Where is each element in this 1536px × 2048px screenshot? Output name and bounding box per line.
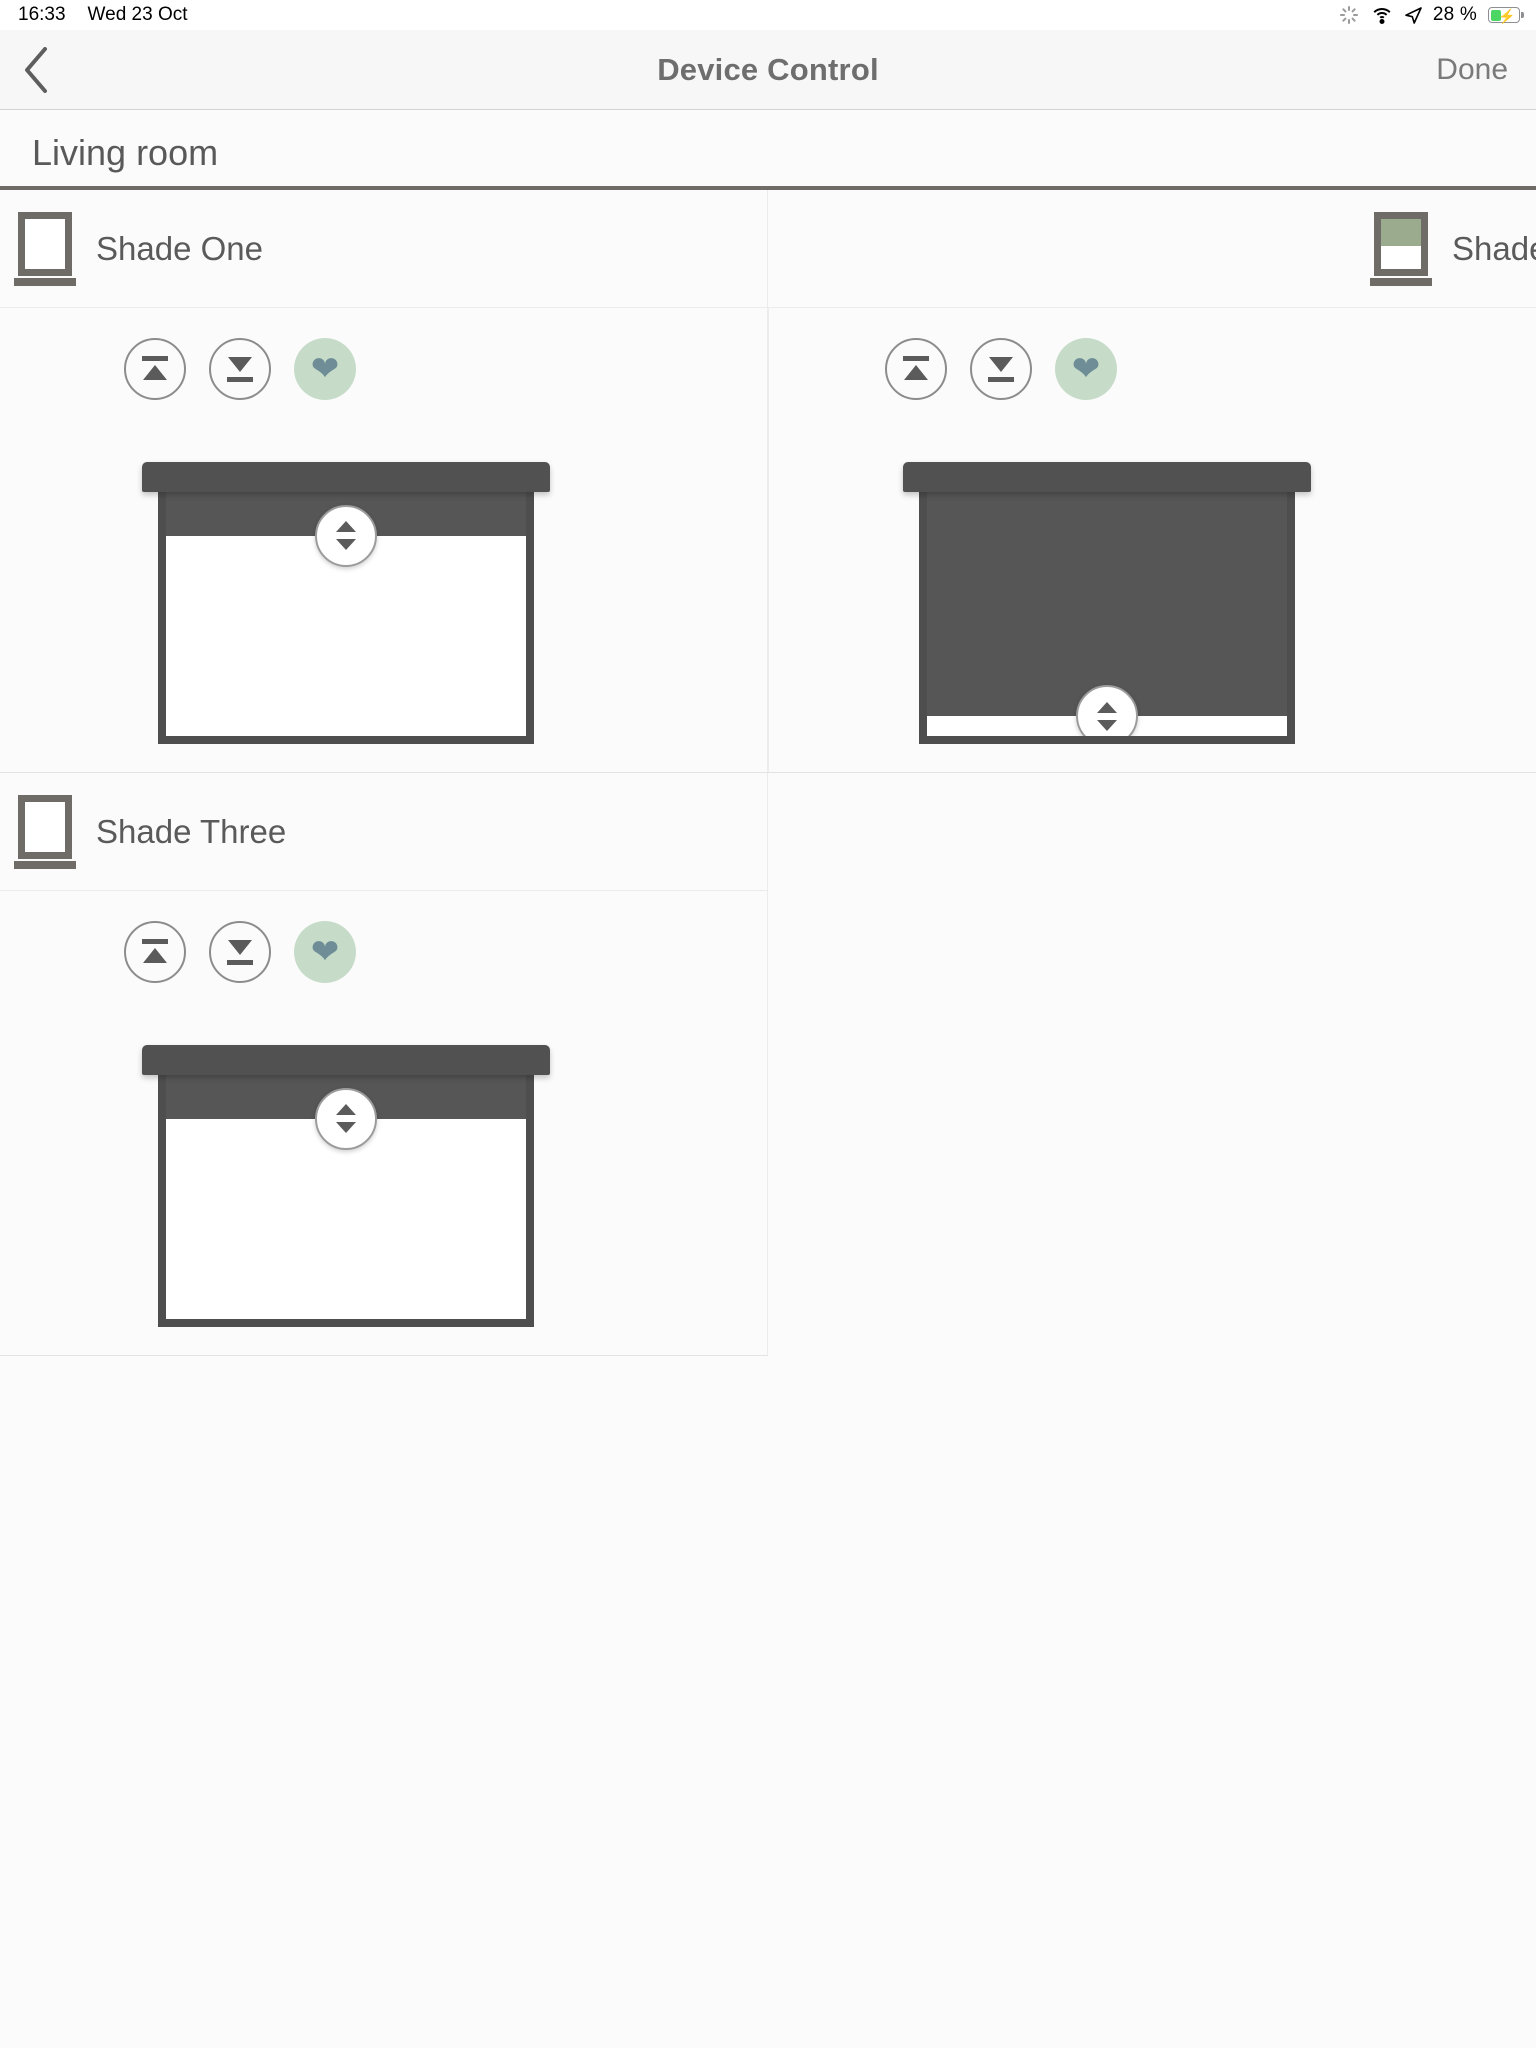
shade-close-down-icon: [986, 354, 1016, 384]
shade-card: Shade Three ❤: [0, 773, 768, 1355]
shade-open-up-icon: [140, 937, 170, 967]
stepper-down-icon: [336, 539, 356, 551]
page-title: Device Control: [657, 51, 879, 87]
shade-drag-handle[interactable]: [1076, 685, 1138, 736]
close-button[interactable]: [209, 921, 271, 983]
shade-button-row: ❤: [0, 921, 768, 983]
stepper-up-icon: [1097, 701, 1117, 713]
stepper-up-icon: [336, 1104, 356, 1116]
room-header: Living room: [0, 110, 1536, 186]
status-date: Wed 23 Oct: [87, 4, 188, 25]
battery-percent-label: 28 %: [1432, 4, 1477, 25]
shade-header[interactable]: Shade One: [0, 190, 768, 308]
favorite-button[interactable]: ❤: [1055, 338, 1117, 400]
room-title: Living room: [32, 132, 219, 173]
open-button[interactable]: [124, 338, 186, 400]
window-shade-half-icon: [1370, 211, 1432, 286]
heart-icon: ❤: [310, 933, 340, 971]
location-arrow-icon: [1405, 6, 1422, 24]
back-button[interactable]: [14, 46, 58, 93]
shade-drag-handle[interactable]: [315, 504, 377, 567]
stepper-down-icon: [336, 1122, 356, 1134]
shade-window: [158, 492, 534, 744]
shade-headrail: [142, 462, 550, 492]
shade-name: Shade One: [96, 229, 263, 267]
shade-controls: ❤: [768, 308, 1536, 772]
favorite-button[interactable]: ❤: [294, 338, 356, 400]
shade-open-up-icon: [140, 354, 170, 384]
battery-charging-icon: ⚡: [1488, 7, 1524, 24]
stepper-up-icon: [336, 521, 356, 533]
done-button[interactable]: Done: [1436, 53, 1508, 87]
chevron-left-icon: [23, 46, 49, 93]
shade-visualizer[interactable]: [903, 462, 1311, 744]
shade-button-row: ❤: [0, 338, 768, 400]
shade-controls: ❤: [0, 891, 768, 1355]
empty-grid-cell: [768, 773, 1536, 1355]
favorite-button[interactable]: ❤: [294, 921, 356, 983]
shade-window: [158, 1075, 534, 1327]
shade-visualizer[interactable]: [142, 1045, 550, 1327]
navigation-bar: Device Control Done: [0, 30, 1536, 110]
row-divider-bottom: [0, 1355, 768, 1356]
shade-name: Shade Three: [96, 812, 287, 850]
shade-controls: ❤: [0, 308, 768, 772]
shade-window: [919, 492, 1295, 744]
shade-name: Shade Two: [1452, 229, 1536, 267]
close-button[interactable]: [209, 338, 271, 400]
shade-button-row: ❤: [769, 338, 1536, 400]
open-button[interactable]: [124, 921, 186, 983]
shade-grid: Shade One ❤ Shad ❤ Shade Three ❤: [0, 190, 1536, 1355]
shade-open-up-icon: [901, 354, 931, 384]
status-bar-right: 28 % ⚡: [1339, 0, 1524, 30]
heart-icon: ❤: [310, 350, 340, 388]
shade-card: Shade Two ❤: [768, 190, 1536, 772]
shade-header[interactable]: Shade Three: [0, 773, 768, 891]
shade-headrail: [903, 462, 1311, 492]
shade-visualizer[interactable]: [142, 462, 550, 744]
status-time: 16:33: [18, 4, 66, 25]
window-shade-open-icon: [14, 211, 76, 286]
shade-headrail: [142, 1045, 550, 1075]
wifi-icon: [1369, 6, 1394, 24]
close-button[interactable]: [970, 338, 1032, 400]
window-shade-open-icon: [14, 794, 76, 869]
spinner-icon: [1339, 5, 1359, 25]
status-bar-left: 16:33 Wed 23 Oct: [18, 4, 188, 26]
shade-close-down-icon: [225, 937, 255, 967]
shade-fabric: [927, 492, 1287, 717]
shade-drag-handle[interactable]: [315, 1087, 377, 1150]
shade-close-down-icon: [225, 354, 255, 384]
shade-header[interactable]: Shade Two: [768, 190, 1536, 308]
stepper-down-icon: [1097, 719, 1117, 731]
open-button[interactable]: [885, 338, 947, 400]
status-bar: 16:33 Wed 23 Oct 28 % ⚡: [0, 0, 1536, 30]
heart-icon: ❤: [1071, 350, 1101, 388]
shade-card: Shade One ❤: [0, 190, 768, 772]
